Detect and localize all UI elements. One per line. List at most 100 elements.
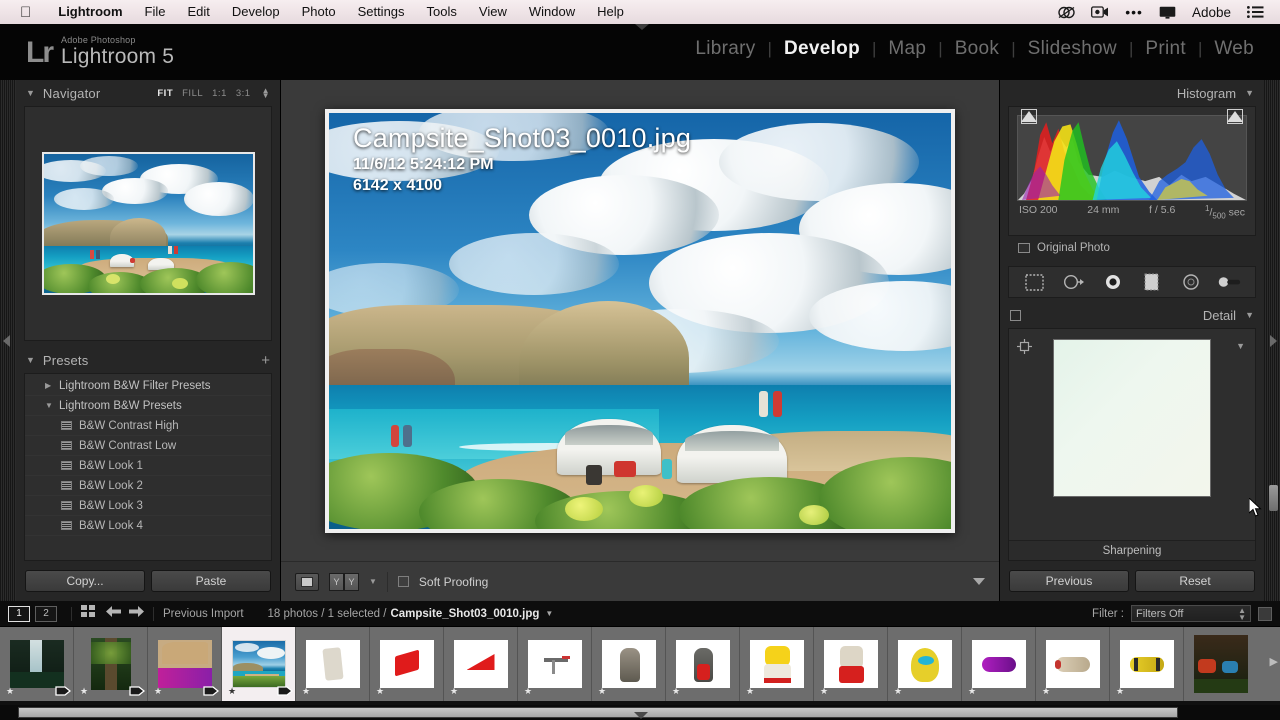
develop-badge-icon[interactable]: [203, 683, 220, 699]
bottom-panel-toggle[interactable]: [634, 712, 648, 719]
list-icon[interactable]: [1239, 6, 1272, 18]
list-item[interactable]: ★: [74, 627, 148, 701]
menu-item-develop[interactable]: Develop: [221, 0, 291, 24]
preset-item[interactable]: B&W Look 4: [25, 516, 271, 536]
module-print[interactable]: Print: [1133, 38, 1198, 60]
detail-disclosure-icon[interactable]: ▼: [1245, 310, 1254, 320]
rating-star-icon[interactable]: ★: [1042, 686, 1050, 697]
menu-item-settings[interactable]: Settings: [347, 0, 416, 24]
rating-star-icon[interactable]: ★: [154, 686, 162, 697]
menu-item-tools[interactable]: Tools: [416, 0, 468, 24]
rating-star-icon[interactable]: ★: [80, 686, 88, 697]
filter-toggle-icon[interactable]: [1258, 606, 1272, 621]
presets-disclosure-icon[interactable]: ▼: [26, 355, 35, 365]
shadow-clipping-indicator[interactable]: [1021, 109, 1037, 124]
previous-button[interactable]: Previous: [1009, 570, 1129, 592]
filmstrip-selected-file[interactable]: Campsite_Shot03_0010.jpg: [390, 608, 539, 620]
toolbar-options-chevron-icon[interactable]: [973, 578, 985, 585]
module-web[interactable]: Web: [1202, 38, 1266, 60]
navigator-disclosure-icon[interactable]: ▼: [26, 88, 35, 98]
zoom-1-1[interactable]: 1:1: [212, 88, 227, 99]
source-button-1[interactable]: 1: [8, 605, 30, 622]
module-book[interactable]: Book: [943, 38, 1012, 60]
list-item[interactable]: ★: [296, 627, 370, 701]
rating-star-icon[interactable]: ★: [1116, 686, 1124, 697]
filmstrip-next-arrow-icon[interactable]: ▶: [1270, 655, 1278, 668]
list-item[interactable]: ★: [888, 627, 962, 701]
spot-removal-icon[interactable]: [1062, 272, 1086, 292]
list-item-selected[interactable]: ★: [222, 627, 296, 701]
menu-item-help[interactable]: Help: [586, 0, 635, 24]
add-preset-button[interactable]: +: [261, 353, 270, 368]
presets-header[interactable]: ▼ Presets +: [16, 347, 280, 373]
rating-star-icon[interactable]: ★: [598, 686, 606, 697]
rating-star-icon[interactable]: ★: [450, 686, 458, 697]
source-button-2[interactable]: 2: [35, 605, 57, 622]
crop-overlay-icon[interactable]: [1023, 272, 1047, 292]
loupe-view-button[interactable]: [295, 572, 319, 591]
soft-proofing-checkbox[interactable]: [397, 576, 409, 587]
menubar-adobe-label[interactable]: Adobe: [1184, 5, 1239, 20]
preset-item[interactable]: B&W Contrast High: [25, 416, 271, 436]
menu-item-view[interactable]: View: [468, 0, 518, 24]
module-library[interactable]: Library: [683, 38, 767, 60]
rating-star-icon[interactable]: ★: [228, 686, 236, 697]
menu-item-file[interactable]: File: [134, 0, 177, 24]
chevron-right-icon[interactable]: ▶: [45, 381, 59, 390]
menu-item-photo[interactable]: Photo: [291, 0, 347, 24]
left-panel-toggle[interactable]: [0, 80, 16, 601]
right-panel-scrollbar[interactable]: [1269, 485, 1278, 511]
radial-filter-icon[interactable]: [1179, 272, 1203, 292]
filter-select[interactable]: Filters Off ▲ ▼: [1131, 605, 1251, 622]
module-slideshow[interactable]: Slideshow: [1016, 38, 1129, 60]
right-panel-toggle[interactable]: [1264, 80, 1280, 601]
module-map[interactable]: Map: [876, 38, 938, 60]
preset-item[interactable]: B&W Look 3: [25, 496, 271, 516]
zoom-3-1[interactable]: 3:1: [236, 88, 251, 99]
original-photo-checkbox[interactable]: [1018, 243, 1030, 253]
develop-badge-icon[interactable]: [55, 683, 72, 699]
creative-cloud-icon[interactable]: [1050, 6, 1083, 19]
display-icon[interactable]: [1151, 6, 1184, 19]
arrow-right-icon[interactable]: [129, 605, 144, 623]
develop-badge-icon[interactable]: [277, 683, 294, 699]
top-panel-toggle[interactable]: [635, 24, 649, 30]
rating-star-icon[interactable]: ★: [524, 686, 532, 697]
detail-panel-switch-icon[interactable]: [1010, 309, 1021, 321]
paste-button[interactable]: Paste: [151, 570, 271, 592]
rating-star-icon[interactable]: ★: [672, 686, 680, 697]
preset-item[interactable]: B&W Look 2: [25, 476, 271, 496]
preset-item[interactable]: B&W Look 1: [25, 456, 271, 476]
rating-star-icon[interactable]: ★: [894, 686, 902, 697]
preset-group-row[interactable]: ▶ Lightroom B&W Filter Presets: [25, 376, 271, 396]
histogram-panel[interactable]: ISO 200 24 mm f / 5.6 1/500 sec: [1008, 106, 1256, 236]
develop-badge-icon[interactable]: [129, 683, 146, 699]
list-item[interactable]: ★: [444, 627, 518, 701]
list-item[interactable]: ★: [370, 627, 444, 701]
rating-star-icon[interactable]: ★: [820, 686, 828, 697]
arrow-left-icon[interactable]: [106, 605, 121, 623]
preset-item[interactable]: B&W Contrast Low: [25, 436, 271, 456]
list-item[interactable]: ★: [148, 627, 222, 701]
list-item[interactable]: ★: [0, 627, 74, 701]
filmstrip-source-label[interactable]: Previous Import: [163, 608, 244, 620]
module-develop[interactable]: Develop: [772, 38, 872, 60]
preset-group-row[interactable]: ▼ Lightroom B&W Presets: [25, 396, 271, 416]
zoom-fill[interactable]: FILL: [182, 88, 203, 99]
rating-star-icon[interactable]: ★: [746, 686, 754, 697]
list-item[interactable]: [1184, 627, 1258, 701]
rating-star-icon[interactable]: ★: [376, 686, 384, 697]
histogram-header[interactable]: Histogram ▼: [1000, 80, 1264, 106]
adjustment-brush-icon[interactable]: [1218, 272, 1242, 292]
list-item[interactable]: ★: [1036, 627, 1110, 701]
reset-button[interactable]: Reset: [1135, 570, 1255, 592]
identity-plate[interactable]: Lr Adobe Photoshop Lightroom 5: [26, 35, 174, 67]
menu-item-window[interactable]: Window: [518, 0, 586, 24]
navigator-header[interactable]: ▼ Navigator FIT FILL 1:1 3:1 ▲ ▼: [16, 80, 280, 106]
main-photo[interactable]: Campsite_Shot03_0010.jpg 11/6/12 5:24:12…: [325, 108, 955, 533]
detail-zoom-preview[interactable]: [1053, 339, 1211, 497]
graduated-filter-icon[interactable]: [1140, 272, 1164, 292]
list-item[interactable]: ★: [592, 627, 666, 701]
copy-button[interactable]: Copy...: [25, 570, 145, 592]
target-adjust-icon[interactable]: [1017, 339, 1032, 359]
